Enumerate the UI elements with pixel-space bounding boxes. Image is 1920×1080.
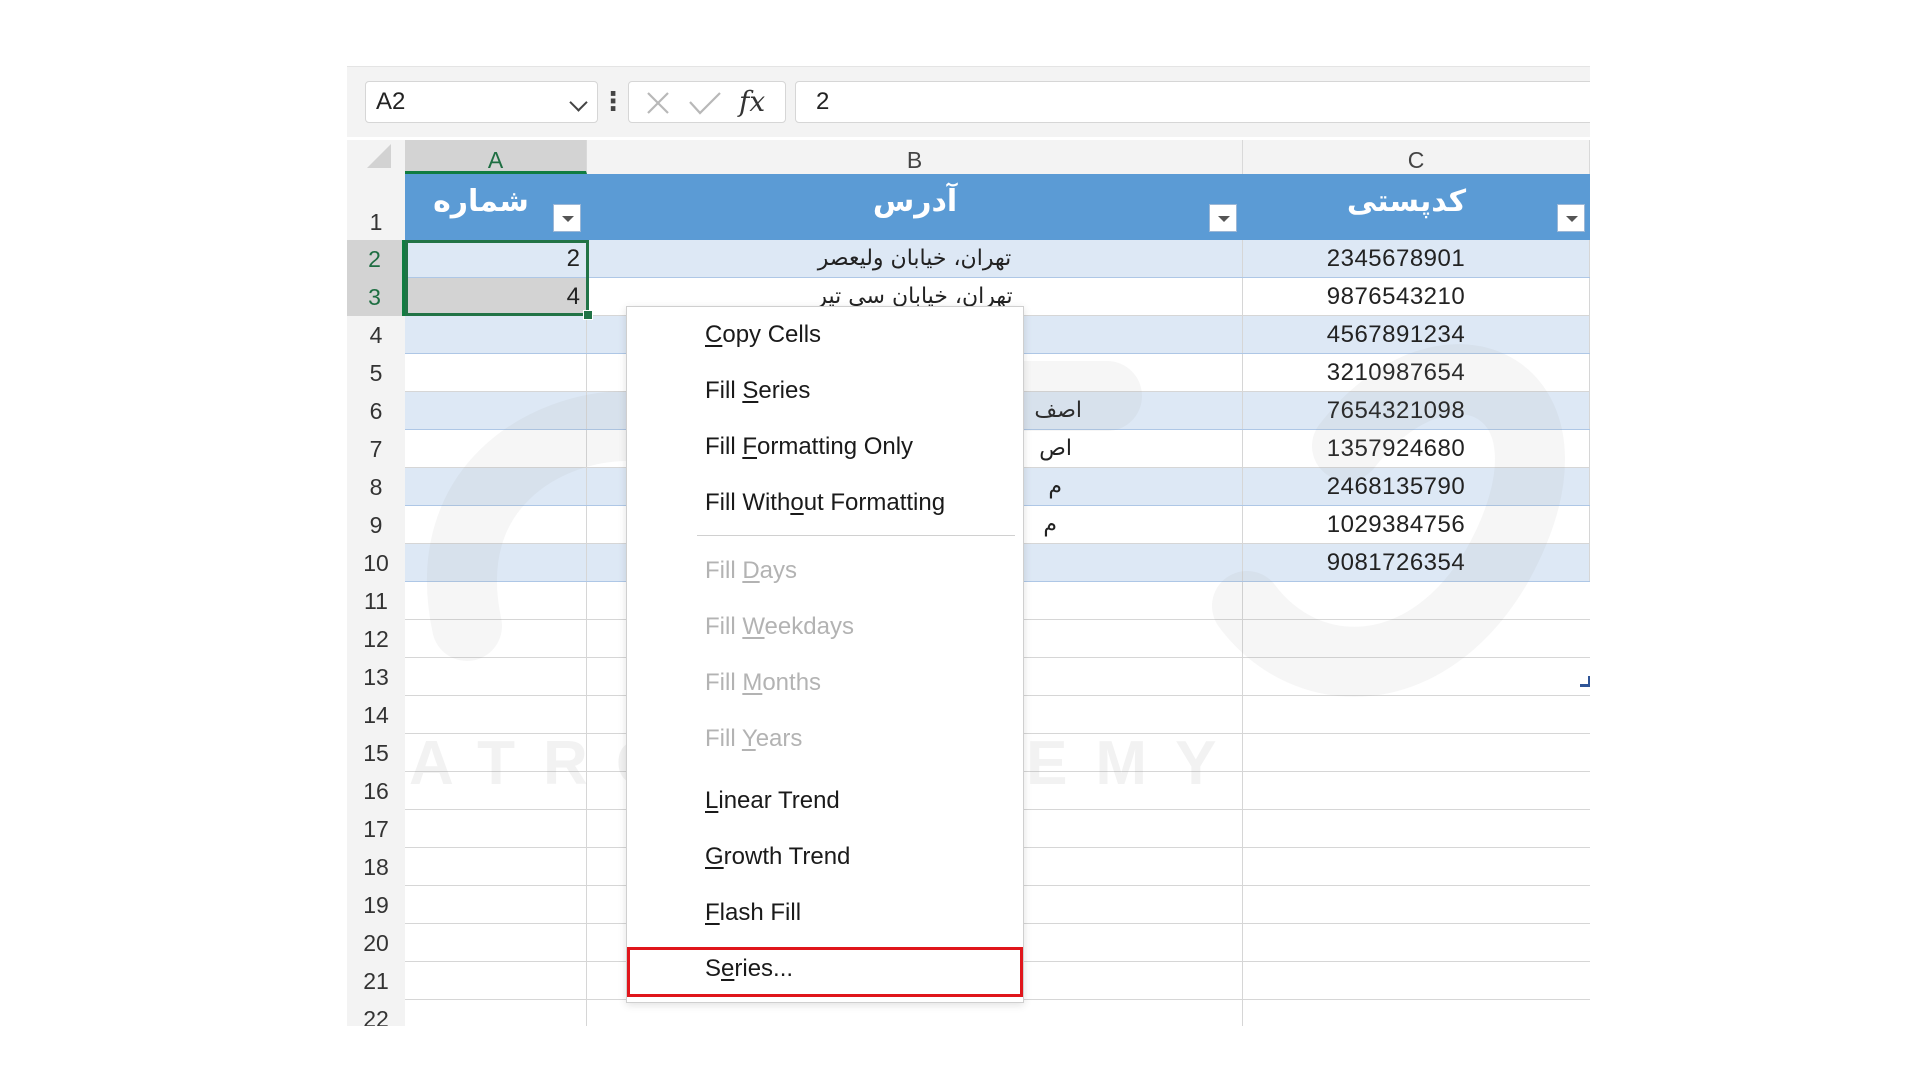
row-header-22[interactable]: 22 [347, 1000, 405, 1026]
cell[interactable]: 2 [405, 240, 587, 277]
header-cell-address[interactable]: آدرس [587, 174, 1243, 240]
cell[interactable]: 9876543210 [1243, 278, 1590, 315]
cell[interactable] [405, 734, 587, 771]
cell[interactable] [405, 772, 587, 809]
chevron-down-icon[interactable] [569, 93, 588, 112]
more-options-icon[interactable]: ⋮ [599, 81, 627, 123]
table-row [405, 1000, 1590, 1026]
cell[interactable] [405, 658, 587, 695]
row-header-20[interactable]: 20 [347, 924, 405, 962]
table-header-row: شماره آدرس کدپستی [405, 174, 1590, 240]
row-header-2[interactable]: 2 [347, 240, 405, 278]
row-header-18[interactable]: 18 [347, 848, 405, 886]
cell[interactable] [405, 1000, 587, 1026]
cell[interactable] [405, 392, 587, 429]
cell[interactable]: 4 [405, 278, 587, 315]
cell[interactable]: 3210987654 [1243, 354, 1590, 391]
cell[interactable]: 1029384756 [1243, 506, 1590, 543]
header-label-address: آدرس [872, 184, 958, 219]
menu-item-copy-cells[interactable]: Copy Cells [627, 307, 1023, 363]
header-label-number: شماره [433, 184, 529, 219]
row-header-12[interactable]: 12 [347, 620, 405, 658]
menu-item-fill-weekdays: Fill Weekdays [705, 613, 854, 640]
column-header-c[interactable]: C [1243, 140, 1590, 174]
cell[interactable] [405, 468, 587, 505]
row-header-15[interactable]: 15 [347, 734, 405, 772]
column-header-b[interactable]: B [587, 140, 1243, 174]
table-resize-handle[interactable] [1580, 676, 1590, 687]
cell[interactable] [405, 886, 587, 923]
cell[interactable]: 1357924680 [1243, 430, 1590, 467]
series-highlight-box [627, 947, 1023, 997]
row-header-13[interactable]: 13 [347, 658, 405, 696]
row-header-7[interactable]: 7 [347, 430, 405, 468]
menu-item-growth-trend[interactable]: Growth Trend [627, 829, 1023, 885]
fill-context-menu: Copy Cells Fill Series Fill Formatting O… [626, 306, 1024, 1003]
filter-dropdown-address[interactable] [1209, 204, 1237, 232]
header-label-postal-code: کدپستی [1346, 184, 1467, 219]
cell[interactable] [405, 544, 587, 581]
formula-bar: A2 ⋮ fx 2 [347, 66, 1590, 137]
insert-function-icon[interactable]: fx [739, 84, 765, 120]
menu-item-fill-without-formatting[interactable]: Fill Without Formatting [627, 475, 1023, 531]
filter-dropdown-number[interactable] [553, 204, 581, 232]
menu-item-fill-months: Fill Months [705, 669, 822, 696]
row-header-19[interactable]: 19 [347, 886, 405, 924]
cell[interactable] [587, 1000, 1243, 1026]
cell[interactable] [405, 962, 587, 999]
cell[interactable] [405, 506, 587, 543]
row-header-11[interactable]: 11 [347, 582, 405, 620]
table-row: 2 تهران، خیابان ولیعصر 2345678901 [405, 240, 1590, 278]
cell[interactable] [405, 620, 587, 657]
row-header-1[interactable]: 1 [347, 174, 405, 240]
column-headers: A B C [347, 140, 1590, 174]
filter-dropdown-postal-code[interactable] [1557, 204, 1585, 232]
menu-divider [697, 535, 1015, 536]
cell[interactable] [405, 430, 587, 467]
cell[interactable] [405, 316, 587, 353]
cell[interactable] [405, 582, 587, 619]
cell[interactable]: 2345678901 [1243, 240, 1590, 277]
column-header-a[interactable]: A [405, 140, 587, 174]
cell[interactable] [405, 696, 587, 733]
row-header-10[interactable]: 10 [347, 544, 405, 582]
row-header-6[interactable]: 6 [347, 392, 405, 430]
row-header-21[interactable]: 21 [347, 962, 405, 1000]
formula-buttons: fx [628, 81, 786, 123]
row-header-5[interactable]: 5 [347, 354, 405, 392]
checkmark-icon[interactable] [687, 88, 723, 118]
cell[interactable] [405, 924, 587, 961]
header-cell-postal-code[interactable]: کدپستی [1243, 174, 1590, 240]
row-header-4[interactable]: 4 [347, 316, 405, 354]
row-header-3[interactable]: 3 [347, 278, 405, 316]
row-header-17[interactable]: 17 [347, 810, 405, 848]
fill-handle[interactable] [583, 310, 593, 320]
cell[interactable]: تهران، خیابان ولیعصر [587, 240, 1243, 277]
menu-item-fill-days: Fill Days [705, 557, 798, 584]
menu-item-fill-series[interactable]: Fill Series [627, 363, 1023, 419]
cell[interactable]: 9081726354 [1243, 544, 1590, 581]
formula-input[interactable]: 2 [795, 81, 1590, 123]
menu-item-fill-formatting-only[interactable]: Fill Formatting Only [627, 419, 1023, 475]
menu-item-flash-fill[interactable]: Flash Fill [627, 885, 1023, 941]
row-header-16[interactable]: 16 [347, 772, 405, 810]
row-header-14[interactable]: 14 [347, 696, 405, 734]
select-all-button[interactable] [367, 144, 391, 168]
row-headers: 1 2 3 4 5 6 7 8 9 10 11 12 13 14 15 16 1… [347, 174, 405, 1026]
name-box-value: A2 [376, 88, 406, 115]
row-header-8[interactable]: 8 [347, 468, 405, 506]
cancel-icon[interactable] [643, 88, 673, 118]
cell[interactable]: 7654321098 [1243, 392, 1590, 429]
row-header-9[interactable]: 9 [347, 506, 405, 544]
cell[interactable]: 4567891234 [1243, 316, 1590, 353]
menu-item-linear-trend[interactable]: Linear Trend [627, 773, 1023, 829]
cell[interactable]: 2468135790 [1243, 468, 1590, 505]
cell[interactable] [405, 810, 587, 847]
name-box[interactable]: A2 [365, 81, 598, 123]
cell[interactable] [405, 848, 587, 885]
menu-item-fill-years: Fill Years [705, 725, 803, 752]
cell[interactable] [405, 354, 587, 391]
